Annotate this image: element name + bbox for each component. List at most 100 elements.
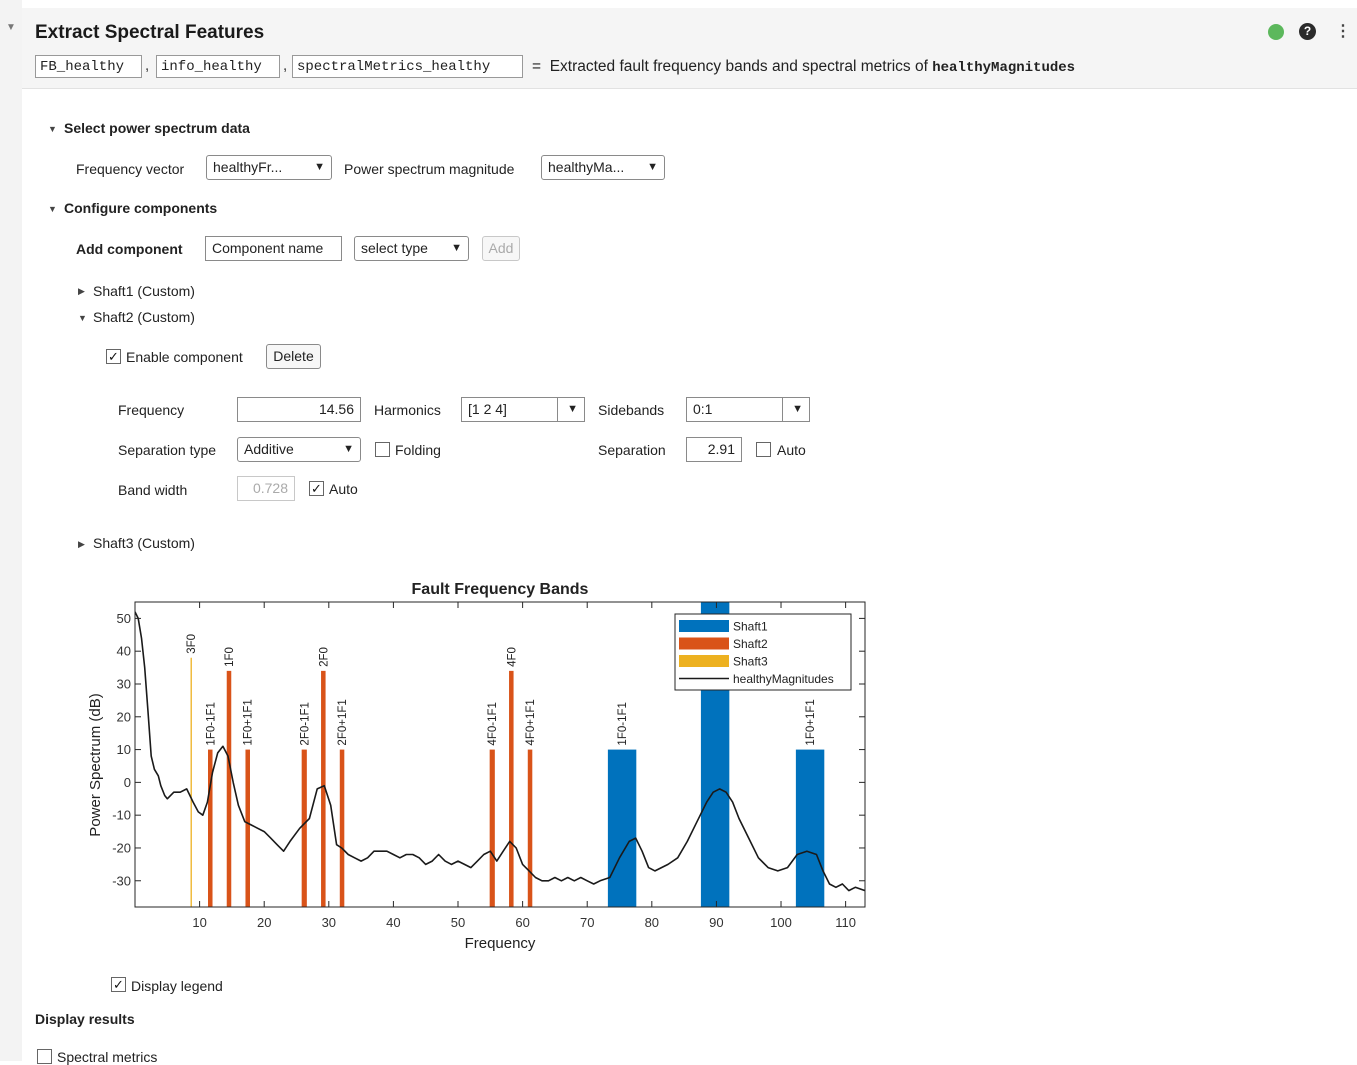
- component-type-dropdown[interactable]: select type ▼: [354, 236, 469, 261]
- band-label: 2F0+1F1: [337, 699, 349, 745]
- add-component-button[interactable]: Add: [482, 236, 520, 261]
- x-tick-label: 100: [770, 915, 792, 930]
- band-shaft3: [190, 657, 192, 907]
- comma-separator: ,: [145, 57, 150, 74]
- components-section-title[interactable]: Configure components: [64, 200, 217, 216]
- chevron-down-icon: ▼: [792, 403, 803, 415]
- output-variable-metrics[interactable]: spectralMetrics_healthy: [292, 55, 523, 78]
- expand-shaft1-icon[interactable]: ▶: [78, 286, 85, 297]
- frequency-vector-label: Frequency vector: [76, 161, 185, 177]
- comma-separator: ,: [283, 57, 288, 74]
- band-width-input[interactable]: 0.728: [237, 476, 295, 501]
- band-width-label: Band width: [118, 482, 188, 498]
- band-shaft1: [607, 749, 637, 907]
- help-icon[interactable]: ?: [1299, 23, 1316, 40]
- band-shaft2: [509, 670, 514, 907]
- chevron-down-icon: ▼: [343, 443, 354, 455]
- power-magnitude-label: Power spectrum magnitude: [344, 161, 515, 177]
- folding-checkbox[interactable]: [375, 442, 390, 457]
- separation-label: Separation: [598, 442, 666, 458]
- band-label: 4F0+1F1: [525, 699, 537, 745]
- enable-component-label: Enable component: [126, 349, 243, 365]
- separation-type-dropdown[interactable]: Additive ▼: [237, 437, 361, 462]
- band-width-auto-checkbox[interactable]: ✓: [309, 481, 324, 496]
- power-magnitude-dropdown[interactable]: healthyMa... ▼: [541, 155, 665, 180]
- x-tick-label: 40: [386, 915, 400, 930]
- collapse-section-icon[interactable]: ▼: [6, 22, 16, 33]
- add-component-label: Add component: [76, 241, 183, 257]
- output-variable-fb[interactable]: FB_healthy: [35, 55, 142, 78]
- y-tick-label: 50: [117, 611, 131, 626]
- x-axis-label: Frequency: [465, 935, 536, 952]
- expand-power-section-icon[interactable]: ▼: [48, 124, 57, 134]
- fault-frequency-bands-chart: Fault Frequency Bands 1F0-1F1 1F0+1F11F0-…: [87, 581, 866, 952]
- delete-component-button[interactable]: Delete: [266, 344, 321, 369]
- legend-swatch: [679, 620, 729, 632]
- enable-component-checkbox[interactable]: ✓: [106, 349, 121, 364]
- band-label: 4F0-1F1: [487, 702, 499, 745]
- legend-label: Shaft1: [733, 620, 768, 634]
- legend-label: Shaft3: [733, 655, 768, 669]
- band-label: 4F0: [506, 647, 518, 667]
- x-tick-label: 50: [451, 915, 465, 930]
- collapse-shaft2-icon[interactable]: ▼: [78, 313, 87, 323]
- y-tick-label: -30: [112, 873, 131, 888]
- sidebands-dropdown[interactable]: 0:1 ▼: [686, 397, 810, 422]
- band-shaft2: [527, 749, 533, 907]
- output-description-variable: healthyMagnitudes: [932, 60, 1076, 76]
- band-shaft2: [226, 670, 232, 907]
- sidebands-label: Sidebands: [598, 402, 665, 418]
- frequency-vector-dropdown[interactable]: healthyFr... ▼: [206, 155, 332, 180]
- y-axis-label: Power Spectrum (dB): [87, 693, 104, 836]
- chevron-down-icon: ▼: [647, 161, 658, 173]
- x-tick-label: 30: [322, 915, 336, 930]
- shaft3-section-title[interactable]: Shaft3 (Custom): [93, 535, 195, 551]
- band-label: 1F0+1F1: [805, 699, 817, 745]
- spectral-metrics-checkbox[interactable]: [37, 1049, 52, 1064]
- spectral-metrics-label: Spectral metrics: [57, 1049, 158, 1065]
- y-tick-label: -10: [112, 808, 131, 823]
- display-legend-label: Display legend: [131, 978, 223, 994]
- x-tick-label: 70: [580, 915, 594, 930]
- separation-input[interactable]: 2.91: [686, 437, 742, 462]
- shaft2-section-title[interactable]: Shaft2 (Custom): [93, 309, 195, 325]
- separation-auto-checkbox[interactable]: [756, 442, 771, 457]
- legend-label: healthyMagnitudes: [733, 672, 834, 686]
- band-shaft2: [301, 749, 307, 907]
- band-label: 1F0: [224, 647, 236, 667]
- display-legend-checkbox[interactable]: ✓: [111, 977, 126, 992]
- chevron-down-icon: ▼: [314, 161, 325, 173]
- band-label: 2F0-1F1: [299, 702, 311, 745]
- output-variable-info[interactable]: info_healthy: [156, 55, 280, 78]
- y-tick-label: 40: [117, 644, 131, 659]
- folding-label: Folding: [395, 442, 441, 458]
- x-tick-label: 90: [709, 915, 723, 930]
- band-label: 3F0: [186, 634, 198, 654]
- shaft1-section-title[interactable]: Shaft1 (Custom): [93, 283, 195, 299]
- legend-label: Shaft2: [733, 637, 768, 651]
- y-tick-label: 10: [117, 742, 131, 757]
- separation-auto-label: Auto: [777, 442, 806, 458]
- component-name-input[interactable]: Component name: [205, 236, 342, 261]
- y-tick-label: 0: [124, 775, 131, 790]
- band-label: 1F0-1F1: [617, 702, 629, 745]
- x-tick-label: 10: [192, 915, 206, 930]
- more-options-icon[interactable]: ⋮: [1335, 21, 1351, 41]
- task-title: Extract Spectral Features: [35, 22, 265, 43]
- band-width-auto-label: Auto: [329, 481, 358, 497]
- separation-type-label: Separation type: [118, 442, 217, 458]
- output-description: = Extracted fault frequency bands and sp…: [532, 58, 1076, 76]
- expand-components-section-icon[interactable]: ▼: [48, 204, 57, 214]
- band-label: 2F0: [318, 647, 330, 667]
- power-section-title[interactable]: Select power spectrum data: [64, 120, 250, 136]
- y-tick-label: 30: [117, 676, 131, 691]
- x-tick-label: 20: [257, 915, 271, 930]
- legend-swatch: [679, 637, 729, 650]
- expand-shaft3-icon[interactable]: ▶: [78, 539, 85, 550]
- harmonics-dropdown[interactable]: [1 2 4] ▼: [461, 397, 585, 422]
- frequency-label: Frequency: [118, 402, 185, 418]
- left-gutter: [0, 0, 22, 1061]
- frequency-input[interactable]: 14.56: [237, 397, 361, 422]
- x-tick-label: 110: [835, 915, 856, 930]
- band-shaft2: [245, 749, 250, 907]
